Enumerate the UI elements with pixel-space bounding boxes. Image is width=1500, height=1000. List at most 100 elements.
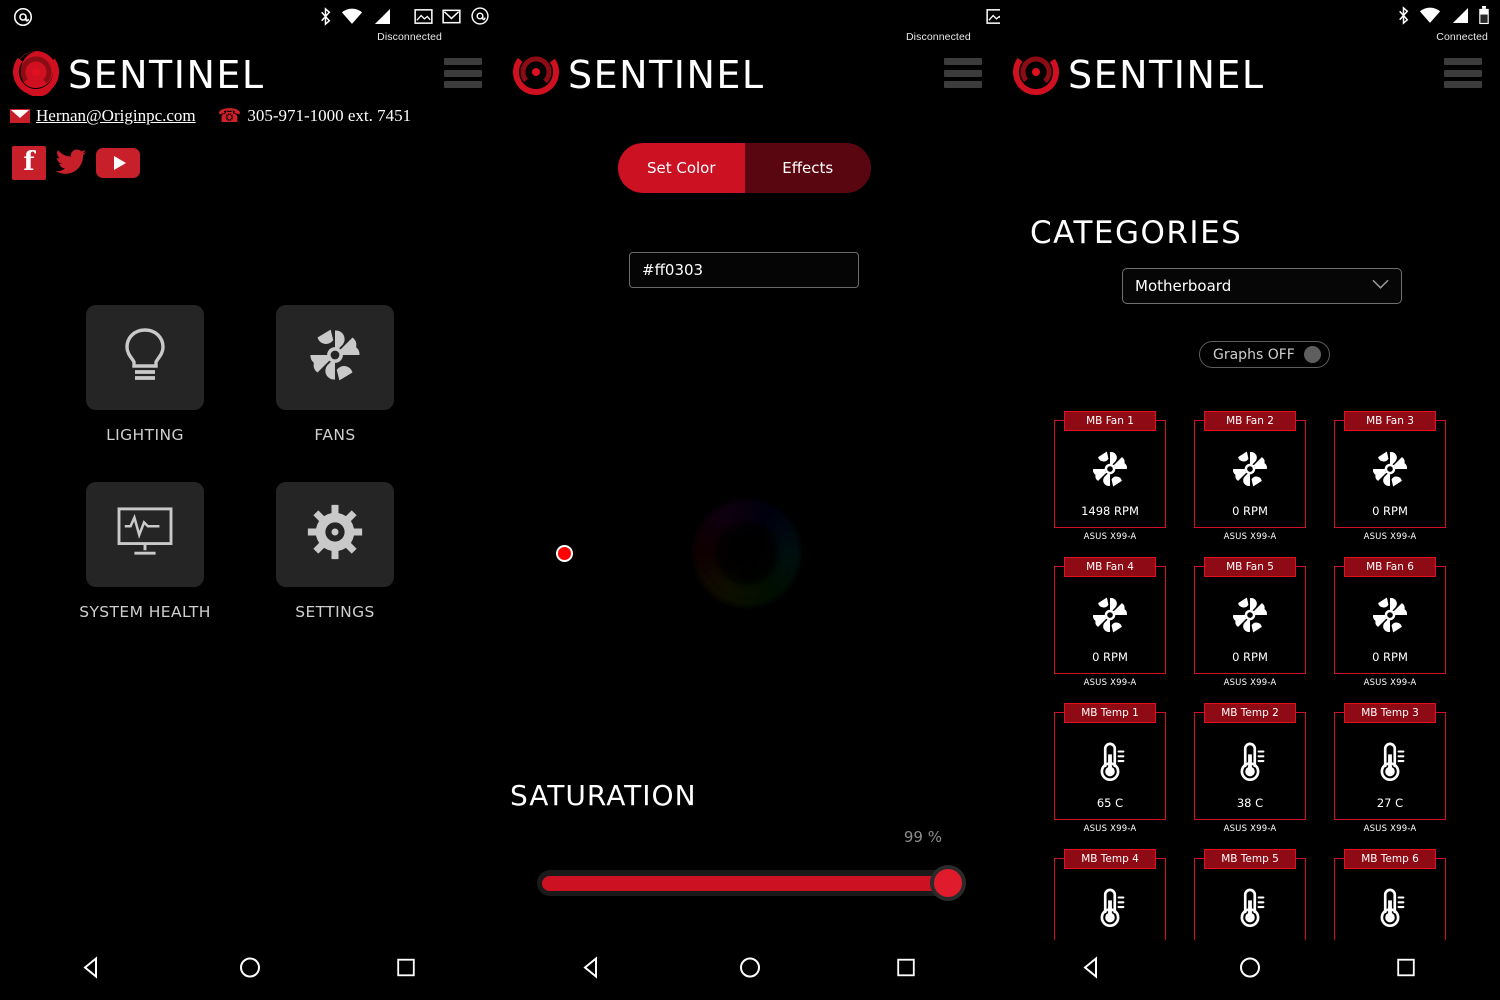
bluetooth-icon <box>319 6 332 26</box>
status-bar-middle: Disconnected <box>500 0 1000 46</box>
sensor-card-value: 0 RPM <box>1372 650 1408 664</box>
thermometer-icon <box>1195 741 1305 783</box>
tile-settings-box <box>276 482 394 587</box>
lightbulb-icon <box>119 326 171 389</box>
facebook-icon[interactable]: f <box>12 146 46 180</box>
twitter-icon[interactable] <box>54 146 88 180</box>
sensor-card-subtitle: ASUS X99-A <box>1363 678 1417 688</box>
sensor-card[interactable]: MB Temp 3 27 C ASUS X99-A <box>1320 702 1460 848</box>
tile-fans[interactable]: FANS <box>274 305 396 444</box>
telephone-icon: ☎ <box>217 105 242 127</box>
graphs-toggle[interactable]: Graphs OFF <box>1199 341 1330 368</box>
sensor-card-title: MB Temp 4 <box>1064 849 1156 869</box>
sensor-card-value: 38 C <box>1236 796 1264 810</box>
tile-row-1: LIGHTING FANS <box>84 305 500 444</box>
sensor-card[interactable]: MB Fan 5 0 RPM ASUS X99-A <box>1180 556 1320 702</box>
sensor-card-title: MB Temp 1 <box>1064 703 1156 723</box>
recents-square-icon[interactable] <box>895 957 917 984</box>
gear-icon <box>307 504 363 565</box>
brand-name: SENTINEL <box>1068 52 1265 97</box>
categories-title: CATEGORIES <box>1030 215 1243 251</box>
sensor-card-subtitle: ASUS X99-A <box>1223 824 1277 834</box>
sensor-card-subtitle: ASUS X99-A <box>1083 678 1137 688</box>
fan-icon <box>307 327 363 388</box>
connection-status-label: Disconnected <box>906 31 971 43</box>
sensor-card-body: MB Temp 3 27 C <box>1334 703 1446 820</box>
tile-settings-label: SETTINGS <box>295 603 375 621</box>
image-icon <box>414 7 433 26</box>
status-bar-left-icons <box>12 6 34 28</box>
sensor-card[interactable]: MB Fan 2 0 RPM ASUS X99-A <box>1180 410 1320 556</box>
tile-settings[interactable]: SETTINGS <box>274 482 396 621</box>
status-bar-right: Connected <box>1000 0 1500 46</box>
sensor-card[interactable]: MB Temp 2 38 C ASUS X99-A <box>1180 702 1320 848</box>
sensor-card[interactable]: MB Fan 4 0 RPM ASUS X99-A <box>1040 556 1180 702</box>
fan-icon <box>1335 595 1445 635</box>
tab-effects[interactable]: Effects <box>744 143 871 193</box>
tab-set-color[interactable]: Set Color <box>618 143 745 193</box>
sensor-card[interactable]: MB Fan 3 0 RPM ASUS X99-A <box>1320 410 1460 556</box>
sensor-card-subtitle: ASUS X99-A <box>1083 824 1137 834</box>
app-screen: Disconnected SENTINEL Hernan@Originpc.co… <box>0 0 1500 1000</box>
tile-lighting-box <box>86 305 204 410</box>
sensor-card-subtitle: ASUS X99-A <box>1363 532 1417 542</box>
tile-lighting-label: LIGHTING <box>106 426 184 444</box>
tile-lighting[interactable]: LIGHTING <box>84 305 206 444</box>
sensor-card[interactable]: MB Fan 1 1498 RPM ASUS X99-A <box>1040 410 1180 556</box>
sensor-card-value: 0 RPM <box>1232 650 1268 664</box>
sensor-card-title: MB Fan 3 <box>1344 411 1436 431</box>
sensor-card-title: MB Fan 2 <box>1204 411 1296 431</box>
sensor-card-subtitle: ASUS X99-A <box>1223 678 1277 688</box>
category-select[interactable]: Motherboard <box>1122 268 1402 304</box>
at-icon <box>12 6 34 28</box>
recents-square-icon[interactable] <box>395 957 417 984</box>
sensor-card-value: 1498 RPM <box>1081 504 1139 518</box>
hamburger-menu-icon[interactable] <box>444 58 482 88</box>
panel-middle: Disconnected SENTINEL Set Color Effects … <box>500 0 1000 1000</box>
brand-bar-left: SENTINEL <box>0 48 500 100</box>
mode-tabs: Set Color Effects <box>618 143 871 193</box>
back-triangle-icon[interactable] <box>1080 956 1104 985</box>
saturation-slider-thumb[interactable] <box>929 865 966 901</box>
wifi-icon <box>1419 7 1441 24</box>
sensor-card-body: MB Temp 1 65 C <box>1054 703 1166 820</box>
status-bar-right-icons <box>1397 6 1490 25</box>
home-circle-icon[interactable] <box>738 956 762 985</box>
sensor-card[interactable]: MB Fan 6 0 RPM ASUS X99-A <box>1320 556 1460 702</box>
home-circle-icon[interactable] <box>238 956 262 985</box>
panel-left: Disconnected SENTINEL Hernan@Originpc.co… <box>0 0 500 1000</box>
thermometer-icon <box>1335 887 1445 929</box>
home-circle-icon[interactable] <box>1238 956 1262 985</box>
connection-status-label: Disconnected <box>377 31 442 43</box>
color-wheel-cursor[interactable] <box>556 544 574 562</box>
saturation-slider-fill <box>542 876 948 891</box>
saturation-title: SATURATION <box>510 779 697 812</box>
hamburger-menu-icon[interactable] <box>944 58 982 88</box>
sensor-card-title: MB Temp 3 <box>1344 703 1436 723</box>
sentinel-eye-logo <box>512 48 560 101</box>
battery-icon <box>1478 6 1490 25</box>
saturation-slider[interactable] <box>537 865 966 901</box>
graphs-toggle-knob[interactable] <box>1303 346 1321 363</box>
hamburger-menu-icon[interactable] <box>1444 58 1482 88</box>
sensor-card[interactable]: MB Temp 1 65 C ASUS X99-A <box>1040 702 1180 848</box>
tile-system-health-label: SYSTEM HEALTH <box>79 603 211 621</box>
sensor-card-body: MB Fan 5 0 RPM <box>1194 557 1306 674</box>
back-triangle-icon[interactable] <box>580 956 604 985</box>
contact-email-link[interactable]: Hernan@Originpc.com <box>36 106 196 126</box>
contact-phone: 305-971-1000 ext. 7451 <box>247 106 412 125</box>
sensor-card-body: MB Fan 3 0 RPM <box>1334 411 1446 528</box>
back-triangle-icon[interactable] <box>80 956 104 985</box>
color-wheel[interactable] <box>556 363 937 743</box>
youtube-icon[interactable] <box>96 148 140 178</box>
color-wheel-canvas[interactable] <box>557 363 937 743</box>
monitor-heartbeat-icon <box>116 506 174 563</box>
android-navbar-middle <box>500 940 1000 1000</box>
tile-system-health[interactable]: SYSTEM HEALTH <box>79 482 210 621</box>
hex-color-input[interactable]: #ff0303 <box>629 252 859 288</box>
sensor-card-value: 0 RPM <box>1092 650 1128 664</box>
brand-bar-right: SENTINEL <box>1000 48 1500 100</box>
tile-row-2: SYSTEM HEALTH SETTINGS <box>79 482 500 621</box>
left-tile-grid: LIGHTING FANS SYSTEM HEALTH SETTINGS <box>0 305 500 659</box>
recents-square-icon[interactable] <box>1395 957 1417 984</box>
